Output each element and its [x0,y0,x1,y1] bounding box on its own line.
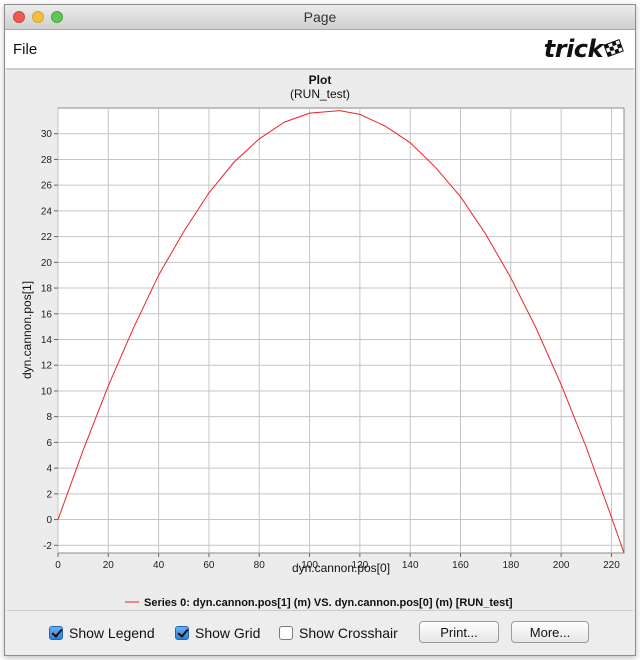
y-tick-label: 10 [41,386,53,397]
y-tick-label: 22 [41,232,53,243]
y-axis-label: dyn.cannon.pos[1] [20,281,34,379]
y-tick-label: 30 [41,129,53,140]
y-tick-label: 6 [46,438,52,449]
x-tick-label: 0 [55,560,61,571]
y-tick-label: 2 [46,489,52,500]
x-tick-label: 80 [254,560,266,571]
x-tick-label: 180 [502,560,519,571]
x-axis-label: dyn.cannon.pos[0] [292,561,390,575]
plot-window: Page File trick Plot (RUN_test) 0 20 40 … [4,4,636,656]
legend-entry: Series 0: dyn.cannon.pos[1] (m) VS. dyn.… [144,597,513,609]
x-tick-label: 20 [103,560,115,571]
trick-logo: trick [544,35,625,63]
file-menu[interactable]: File [13,41,37,58]
y-tick-label: 4 [46,464,52,475]
more-button[interactable]: More... [511,621,589,643]
show-legend-checkbox[interactable]: Show Legend [49,625,155,641]
show-crosshair-checkbox[interactable]: Show Crosshair [279,625,398,641]
y-tick-label: 12 [41,361,53,372]
y-tick-label: -2 [43,541,52,552]
show-grid-check-icon[interactable] [175,626,189,640]
window-title: Page [303,9,337,25]
title-bar[interactable]: Page [5,5,635,30]
chart-title: Plot [309,73,332,87]
y-tick-label: 20 [41,258,53,269]
show-legend-check-icon[interactable] [49,626,63,640]
y-tick-label: 26 [41,181,53,192]
print-button[interactable]: Print... [419,621,499,643]
chart-subtitle: (RUN_test) [290,87,350,101]
show-grid-checkbox[interactable]: Show Grid [175,625,260,641]
x-tick-label: 160 [452,560,469,571]
menu-bar: File trick [5,30,635,69]
y-tick-label: 14 [41,335,53,346]
x-tick-label: 140 [402,560,419,571]
plot-panel: Plot (RUN_test) 0 20 40 60 80 100 120 140 160 180… [7,69,633,611]
y-tick-label: 8 [46,412,52,423]
x-tick-label: 220 [603,560,620,571]
line-chart[interactable]: Plot (RUN_test) 0 20 40 60 80 100 120 140 160 180… [7,70,633,610]
show-crosshair-check-icon[interactable] [279,626,293,640]
show-crosshair-label: Show Crosshair [299,625,398,641]
y-tick-label: 18 [41,284,53,295]
y-tick-label: 0 [46,515,52,526]
plot-area [57,107,625,554]
x-tick-label: 200 [553,560,570,571]
x-tick-label: 60 [203,560,215,571]
y-tick-label: 28 [41,155,53,166]
show-legend-label: Show Legend [69,625,155,641]
controls-bar: Show Legend Show Grid Show Crosshair Pri… [5,613,635,653]
y-tick-label: 16 [41,309,53,320]
checkered-flag-icon [603,39,624,58]
y-tick-label: 24 [41,206,53,217]
x-tick-label: 40 [153,560,165,571]
show-grid-label: Show Grid [195,625,261,641]
trick-logo-text: trick [543,35,604,63]
